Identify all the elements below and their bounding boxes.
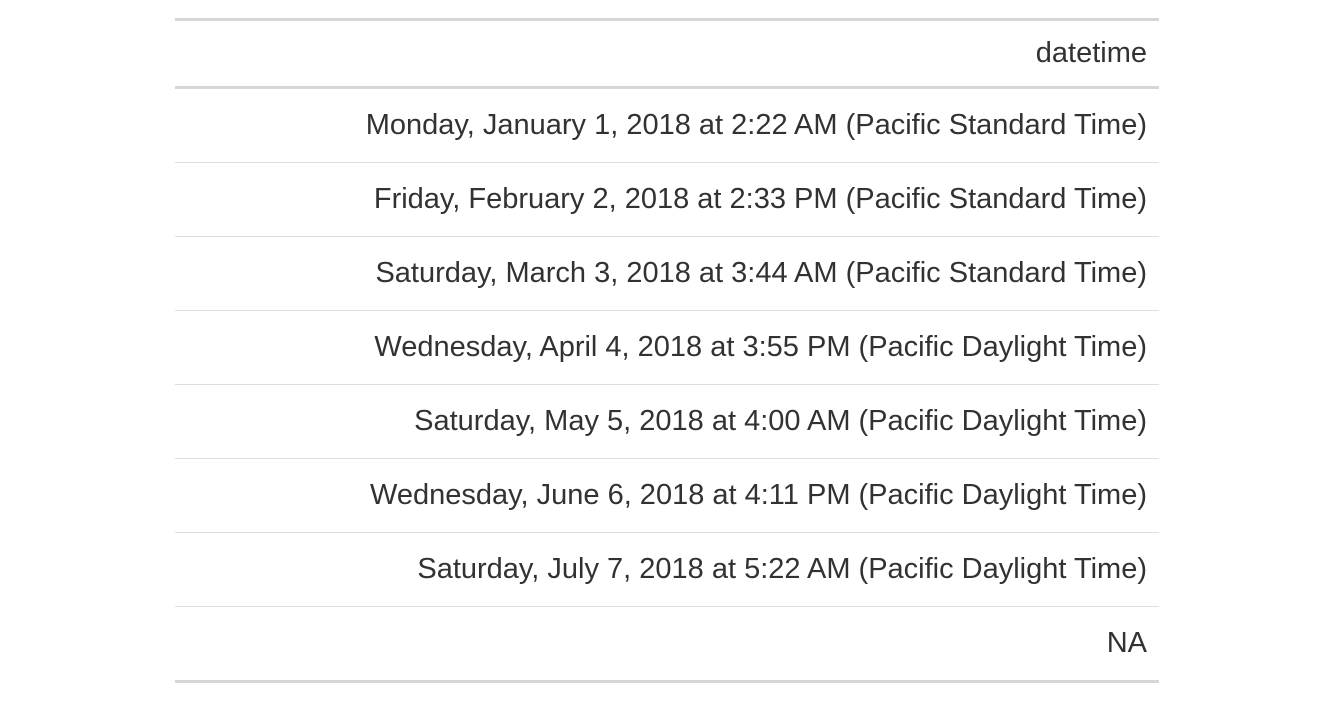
table-row: Wednesday, June 6, 2018 at 4:11 PM (Paci…: [175, 459, 1159, 533]
datetime-cell: Wednesday, June 6, 2018 at 4:11 PM (Paci…: [175, 459, 1159, 533]
datetime-cell: Saturday, March 3, 2018 at 3:44 AM (Paci…: [175, 237, 1159, 311]
table-row: NA: [175, 607, 1159, 682]
table-row: Wednesday, April 4, 2018 at 3:55 PM (Pac…: [175, 311, 1159, 385]
table-row: Saturday, May 5, 2018 at 4:00 AM (Pacifi…: [175, 385, 1159, 459]
column-header-datetime: datetime: [175, 20, 1159, 88]
table-row: Monday, January 1, 2018 at 2:22 AM (Paci…: [175, 88, 1159, 163]
datetime-cell: Saturday, May 5, 2018 at 4:00 AM (Pacifi…: [175, 385, 1159, 459]
datetime-cell: Monday, January 1, 2018 at 2:22 AM (Paci…: [175, 88, 1159, 163]
table-row: Friday, February 2, 2018 at 2:33 PM (Pac…: [175, 163, 1159, 237]
table-row: Saturday, March 3, 2018 at 3:44 AM (Paci…: [175, 237, 1159, 311]
table-row: Saturday, July 7, 2018 at 5:22 AM (Pacif…: [175, 533, 1159, 607]
table-header-row: datetime: [175, 20, 1159, 88]
datetime-cell: Friday, February 2, 2018 at 2:33 PM (Pac…: [175, 163, 1159, 237]
datetime-cell: NA: [175, 607, 1159, 682]
datetime-cell: Wednesday, April 4, 2018 at 3:55 PM (Pac…: [175, 311, 1159, 385]
datetime-cell: Saturday, July 7, 2018 at 5:22 AM (Pacif…: [175, 533, 1159, 607]
datetime-table: datetime Monday, January 1, 2018 at 2:22…: [175, 18, 1159, 683]
